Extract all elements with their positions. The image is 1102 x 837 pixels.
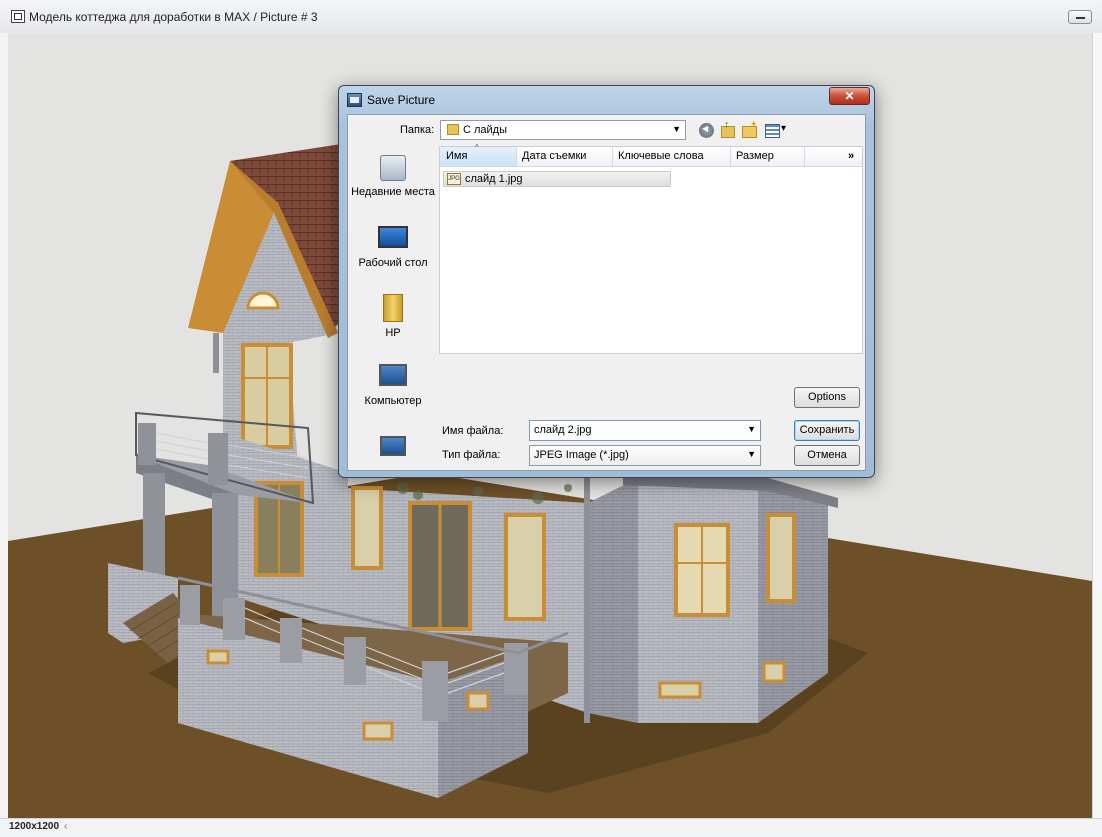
save-button[interactable]: Сохранить xyxy=(794,420,860,441)
column-size-header[interactable]: Размер xyxy=(736,150,774,162)
right-frame-strip xyxy=(1092,33,1102,818)
chevron-down-icon: ▼ xyxy=(747,449,756,459)
cancel-button[interactable]: Отмена xyxy=(794,445,860,466)
close-button[interactable]: ✕ xyxy=(829,87,870,105)
file-list[interactable]: ^ Имя Дата съемки Ключевые слова Размер … xyxy=(439,143,863,354)
window-title-bar: Модель коттеджа для доработки в MAX / Pi… xyxy=(0,0,1102,33)
back-icon[interactable] xyxy=(699,123,714,138)
up-folder-icon[interactable] xyxy=(719,119,735,138)
more-columns-button[interactable]: » xyxy=(848,150,854,162)
place-label: Компьютер xyxy=(364,395,422,407)
chevron-down-icon[interactable]: ▼ xyxy=(747,424,756,434)
folder-icon xyxy=(447,124,459,135)
column-divider[interactable] xyxy=(730,147,731,166)
folder-label: Папка: xyxy=(400,124,435,136)
place-label: Недавние места xyxy=(351,186,435,198)
filetype-label: Тип файла: xyxy=(442,449,501,461)
scroll-left-icon[interactable]: ‹ xyxy=(64,821,67,832)
window-title: Модель коттеджа для доработки в MAX / Pi… xyxy=(29,10,318,24)
place-label: HP xyxy=(385,327,401,339)
user-folder-icon xyxy=(383,294,403,322)
save-picture-dialog: Save Picture ✕ Папка: С лайды ▼ Недавние… xyxy=(338,85,875,478)
filename-label: Имя файла: xyxy=(442,425,504,437)
place-label: Рабочий стол xyxy=(358,257,428,269)
folder-value: С лайды xyxy=(463,124,508,136)
computer-icon xyxy=(379,364,407,386)
dialog-title: Save Picture xyxy=(367,93,436,107)
place-computer[interactable]: Компьютер xyxy=(351,364,435,408)
filename-value: слайд 2.jpg xyxy=(534,424,592,436)
chevron-down-icon: ▼ xyxy=(672,124,681,134)
views-menu-icon[interactable] xyxy=(764,122,790,138)
file-list-header: ^ Имя Дата съемки Ключевые слова Размер … xyxy=(440,143,862,167)
filetype-select[interactable]: JPEG Image (*.jpg) ▼ xyxy=(529,445,761,466)
filetype-value: JPEG Image (*.jpg) xyxy=(534,449,629,461)
left-frame-strip xyxy=(0,33,8,818)
place-desktop[interactable]: Рабочий стол xyxy=(351,226,435,270)
network-icon xyxy=(380,436,406,456)
jpg-file-icon: JPG xyxy=(447,173,461,185)
place-network[interactable] xyxy=(351,436,435,460)
minimize-button[interactable] xyxy=(1068,10,1092,24)
recent-places-icon xyxy=(380,155,406,181)
column-divider[interactable] xyxy=(612,147,613,166)
place-hp[interactable]: HP xyxy=(351,294,435,340)
column-name-label: Имя xyxy=(446,150,468,162)
new-folder-icon[interactable] xyxy=(741,119,758,138)
options-button[interactable]: Options xyxy=(794,387,860,408)
column-divider[interactable] xyxy=(516,147,517,166)
folder-dropdown[interactable]: С лайды ▼ xyxy=(440,120,686,140)
picture-window-icon xyxy=(11,10,25,23)
file-name: слайд 1.jpg xyxy=(465,173,523,185)
column-date-header[interactable]: Дата съемки xyxy=(522,150,586,162)
places-bar: Недавние места Рабочий стол HP Компьютер xyxy=(351,146,435,468)
filename-input[interactable]: слайд 2.jpg ▼ xyxy=(529,420,761,441)
sort-asc-icon: ^ xyxy=(475,143,479,152)
column-divider[interactable] xyxy=(804,147,805,166)
save-picture-icon xyxy=(347,93,362,107)
place-recent[interactable]: Недавние места xyxy=(351,155,435,199)
desktop-icon xyxy=(378,226,408,248)
dialog-body: Папка: С лайды ▼ Недавние места Рабочий … xyxy=(347,114,866,471)
resolution-readout: 1200x1200 xyxy=(9,821,60,832)
file-row[interactable]: JPG слайд 1.jpg xyxy=(443,171,671,187)
status-bar: 1200x1200 ‹ xyxy=(0,818,1102,837)
column-keywords-header[interactable]: Ключевые слова xyxy=(618,150,704,162)
